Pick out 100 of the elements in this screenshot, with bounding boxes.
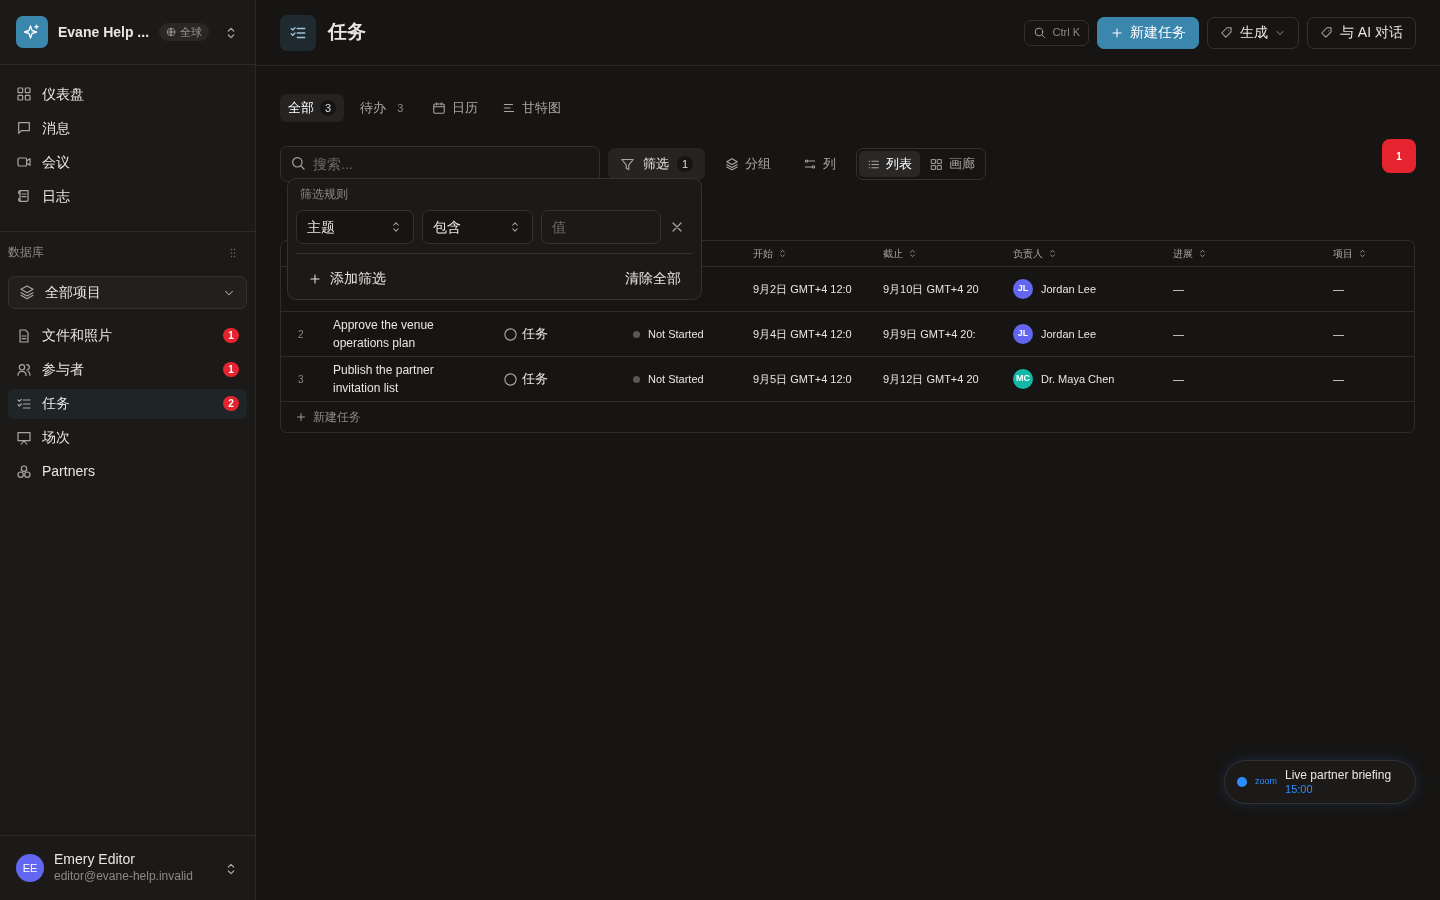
document-icon [16, 327, 32, 344]
meeting-time: 15:00 [1285, 782, 1314, 796]
operator-select[interactable]: 包含 [422, 210, 533, 244]
sort-icon [1357, 248, 1368, 259]
item-label: Partners [42, 462, 95, 481]
assignee-avatar: MC [1013, 369, 1033, 389]
view-tab[interactable]: 待办 3 [352, 94, 417, 122]
ai-chat-button[interactable]: 与 AI 对话 [1307, 16, 1416, 49]
column-header[interactable]: 项目 [1321, 246, 1414, 261]
columns-button[interactable]: 列 [791, 148, 849, 180]
bars-icon [502, 101, 517, 115]
project-value: — [1333, 372, 1344, 385]
view-tab[interactable]: 全部 3 [280, 94, 345, 122]
nav-item[interactable]: 消息 [8, 113, 247, 143]
due-date: 9月9日 GMT+4 20: [882, 326, 977, 342]
notification-badge: 1 [1382, 139, 1416, 173]
search-icon [1033, 26, 1047, 39]
generate-button[interactable]: 生成 [1207, 16, 1299, 49]
row-number: 3 [297, 372, 305, 387]
sort-icon [777, 248, 788, 259]
sort-icon [907, 248, 918, 259]
view-option[interactable]: 列表 [859, 151, 921, 177]
grid-icon [930, 157, 944, 171]
start-date: 9月5日 GMT+4 12:0 [752, 371, 853, 387]
assignee-name: Dr. Maya Chen [1041, 371, 1115, 387]
start-date: 9月4日 GMT+4 12:0 [752, 326, 853, 342]
add-filter-button[interactable]: 添加筛选 [308, 268, 386, 289]
tag-icon [1320, 25, 1334, 40]
nav-item[interactable]: 日志 [8, 181, 247, 211]
assignee-avatar: JL [1013, 279, 1033, 299]
user-avatar[interactable]: EE [16, 854, 44, 882]
filter-count: 1 [677, 155, 694, 173]
video-camera-icon [16, 154, 32, 170]
task-title: Publish the partner invitation list [332, 362, 435, 397]
people-icon [16, 361, 32, 378]
item-label: 任务 [42, 394, 70, 413]
tab-count: 3 [396, 100, 405, 116]
command-search-button[interactable]: Ctrl K [1024, 19, 1089, 46]
value-field[interactable]: 值 [541, 210, 661, 244]
scope-badge[interactable]: 全球 [159, 22, 210, 42]
sparkle-icon [23, 23, 41, 41]
plus-icon [308, 271, 322, 286]
item-label: 文件和照片 [42, 326, 112, 345]
search-icon [290, 155, 306, 171]
project-value: — [1333, 282, 1344, 295]
field-select[interactable]: 主题 [296, 210, 415, 244]
sidebar-item[interactable]: Partners [8, 456, 247, 487]
status-dot [633, 330, 640, 338]
sidebar-item[interactable]: 文件和照片 1 [8, 320, 247, 351]
status-dot [633, 375, 640, 383]
layers-icon [725, 157, 740, 171]
progress-value: — [1173, 327, 1184, 340]
sidebar-item[interactable]: 任务 2 [8, 388, 247, 419]
database-selector[interactable]: 全部项目 [8, 275, 247, 309]
assignee-name: Jordan Lee [1041, 281, 1097, 297]
group-button[interactable]: 分组 [713, 148, 784, 180]
new-task-button[interactable]: 新建任务 [1097, 16, 1199, 49]
grid-icon [16, 86, 32, 102]
status-text: Not Started [648, 371, 704, 387]
row-number: 2 [297, 327, 305, 342]
project-value: — [1333, 327, 1344, 340]
view-option[interactable]: 画廊 [922, 151, 984, 177]
user-email: editor@evane-help.invalid [54, 868, 193, 885]
sort-icon [1047, 248, 1058, 259]
filter-button[interactable]: 筛选 1 [608, 148, 706, 180]
user-name: Emery Editor [54, 851, 136, 868]
globe-icon [166, 27, 177, 37]
assignee-name: Jordan Lee [1041, 326, 1097, 342]
progress-value: — [1173, 372, 1184, 385]
column-header[interactable]: 开始 [741, 246, 871, 261]
clear-all-button[interactable]: 清除全部 [625, 268, 681, 289]
due-date: 9月12日 GMT+4 20 [882, 371, 980, 387]
tag-icon [1220, 25, 1234, 40]
nav-item[interactable]: 仪表盘 [8, 79, 247, 109]
scroll-icon [16, 188, 32, 204]
column-header[interactable]: 进展 [1161, 246, 1321, 261]
view-tab[interactable]: 甘特图 [494, 94, 570, 122]
filter-icon [620, 156, 635, 172]
column-header[interactable]: 负责人 [1001, 246, 1161, 261]
workspace-logo[interactable] [16, 16, 48, 48]
count-badge: 1 [223, 362, 239, 377]
page-title: 任务 [328, 21, 366, 44]
popover-title: 筛选规则 [300, 186, 349, 203]
live-dot [1237, 777, 1247, 787]
view-tab[interactable]: 日历 [424, 94, 487, 122]
item-label: 参与者 [42, 360, 84, 379]
sort-icon [1197, 248, 1208, 259]
column-header[interactable]: 截止 [871, 246, 1001, 261]
nav-item[interactable]: 会议 [8, 147, 247, 177]
circle-icon [503, 326, 518, 342]
task-type: 任务 [522, 325, 548, 344]
status-text: Not Started [648, 326, 704, 342]
sidebar-item[interactable]: 场次 [8, 422, 247, 453]
workspace-name: Evane Help ... [58, 22, 150, 42]
add-task-row[interactable]: 新建任务 [281, 402, 1414, 432]
due-date: 9月10日 GMT+4 20 [882, 281, 980, 297]
tab-count: 3 [320, 99, 337, 117]
sidebar-item[interactable]: 参与者 1 [8, 354, 247, 385]
progress-value: — [1173, 282, 1184, 295]
presentation-board-icon [16, 429, 32, 446]
